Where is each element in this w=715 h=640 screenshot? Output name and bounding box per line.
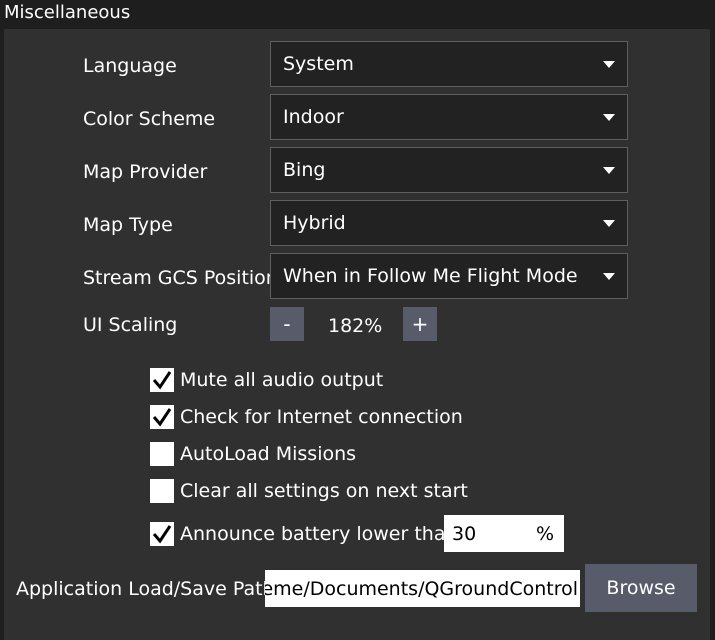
- dropdown-arrow-icon: [603, 219, 615, 227]
- mute-audio-checkbox[interactable]: Mute all audio output: [150, 367, 383, 393]
- load-save-path-field[interactable]: kleme/Documents/QGroundControl: [265, 570, 580, 607]
- stream-gcs-position-combo[interactable]: When in Follow Me Flight Mode: [270, 253, 628, 299]
- load-save-path-value: kleme/Documents/QGroundControl: [265, 577, 578, 600]
- battery-threshold-field[interactable]: 30 %: [444, 515, 564, 552]
- scale-increase-button[interactable]: +: [403, 307, 437, 341]
- announce-battery-checkbox[interactable]: Announce battery lower than: [150, 521, 458, 547]
- stream-gcs-position-label: Stream GCS Position: [83, 267, 278, 289]
- section-title: Miscellaneous: [4, 2, 131, 23]
- ui-scaling-label: UI Scaling: [83, 314, 178, 336]
- mute-audio-label: Mute all audio output: [180, 369, 384, 391]
- dropdown-arrow-icon: [603, 166, 615, 174]
- color-scheme-combo[interactable]: Indoor: [270, 94, 628, 140]
- dropdown-arrow-icon: [603, 60, 615, 68]
- color-scheme-value: Indoor: [283, 106, 344, 128]
- dropdown-arrow-icon: [603, 113, 615, 121]
- announce-battery-label: Announce battery lower than: [180, 523, 458, 545]
- color-scheme-label: Color Scheme: [83, 108, 216, 130]
- autoload-missions-label: AutoLoad Missions: [180, 443, 357, 465]
- checkmark-icon: [152, 525, 172, 544]
- check-internet-label: Check for Internet connection: [180, 406, 463, 428]
- check-internet-checkbox[interactable]: Check for Internet connection: [150, 404, 463, 430]
- checkbox-box[interactable]: [150, 442, 174, 466]
- language-value: System: [283, 53, 354, 75]
- checkbox-box[interactable]: [150, 368, 174, 392]
- map-provider-value: Bing: [283, 159, 326, 181]
- map-type-value: Hybrid: [283, 212, 346, 234]
- checkbox-box[interactable]: [150, 405, 174, 429]
- dropdown-arrow-icon: [603, 272, 615, 280]
- load-save-path-label: Application Load/Save Path: [16, 578, 275, 600]
- map-provider-label: Map Provider: [83, 161, 208, 183]
- battery-threshold-unit: %: [535, 522, 554, 545]
- checkmark-icon: [152, 408, 172, 427]
- stream-gcs-position-value: When in Follow Me Flight Mode: [283, 265, 578, 287]
- browse-button[interactable]: Browse: [585, 564, 697, 612]
- language-label: Language: [83, 55, 177, 77]
- ui-scaling-value: 182%: [328, 315, 383, 337]
- checkmark-icon: [152, 371, 172, 390]
- language-combo[interactable]: System: [270, 41, 628, 87]
- checkbox-box[interactable]: [150, 479, 174, 503]
- battery-threshold-value[interactable]: 30: [452, 523, 536, 545]
- clear-settings-label: Clear all settings on next start: [180, 480, 468, 502]
- scale-decrease-button[interactable]: -: [270, 307, 304, 341]
- map-provider-combo[interactable]: Bing: [270, 147, 628, 193]
- checkbox-box[interactable]: [150, 522, 174, 546]
- autoload-missions-checkbox[interactable]: AutoLoad Missions: [150, 441, 356, 467]
- map-type-combo[interactable]: Hybrid: [270, 200, 628, 246]
- clear-settings-checkbox[interactable]: Clear all settings on next start: [150, 478, 468, 504]
- map-type-label: Map Type: [83, 214, 173, 236]
